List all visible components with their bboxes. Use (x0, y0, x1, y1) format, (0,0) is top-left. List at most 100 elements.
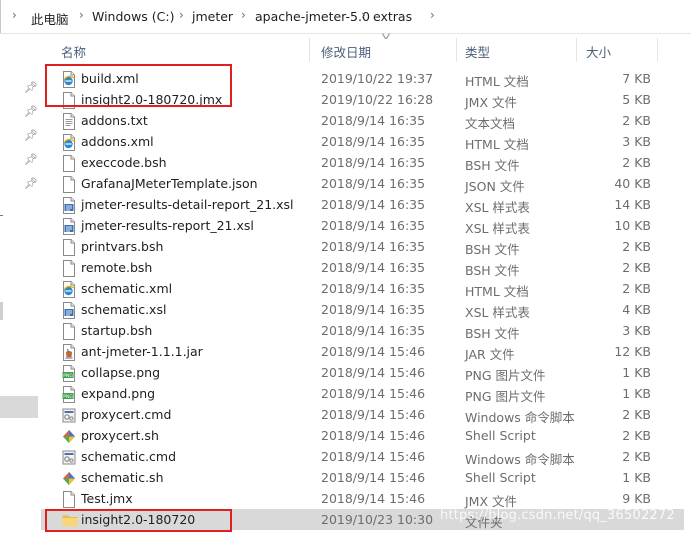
file-date: 2018/9/14 15:46 (321, 365, 426, 380)
file-date: 2018/9/14 16:35 (321, 134, 426, 149)
breadcrumb-jmeter[interactable]: jmeter (192, 9, 233, 24)
address-bar[interactable]: › 此电脑 › Windows (C:) › jmeter › apache-j… (0, 0, 691, 34)
file-date: 2019/10/22 19:37 (321, 71, 434, 86)
file-row[interactable]: PNG expand.png 2018/9/14 15:46 PNG 图片文件 1 KB (41, 383, 691, 404)
chevron-right-icon[interactable]: › (430, 8, 435, 22)
file-type: HTML 文档 (465, 137, 529, 152)
column-size[interactable]: 大小 (586, 42, 611, 61)
breadcrumb-this-pc[interactable]: 此电脑 (31, 9, 69, 28)
file-type: Windows 命令脚本 (465, 410, 575, 425)
nav-item-selected[interactable] (0, 396, 38, 418)
column-name[interactable]: 名称 (61, 42, 86, 61)
pin-icon[interactable]: 📌︎ (24, 81, 38, 94)
file-size: 2 KB (622, 407, 651, 422)
cmd-script-icon (62, 407, 76, 424)
file-type: JSON 文件 (465, 179, 525, 194)
file-row[interactable]: GrafanaJMeterTemplate.json 2018/9/14 16:3… (41, 173, 691, 194)
navigation-pane[interactable]: 📌︎ 📌︎ 📌︎ 📌︎ 📌︎ (0, 34, 41, 533)
file-name: schematic.xml (81, 281, 173, 296)
file-size: 4 KB (622, 302, 651, 317)
file-row[interactable]: addons.txt 2018/9/14 16:35 文本文档 2 KB (41, 110, 691, 131)
file-type: Shell Script (465, 428, 536, 443)
file-name: schematic.xsl (81, 302, 167, 317)
column-divider[interactable] (309, 38, 310, 62)
file-type: Shell Script (465, 470, 536, 485)
blank-file-icon (62, 491, 76, 508)
file-row[interactable]: execcode.bsh 2018/9/14 16:35 BSH 文件 2 KB (41, 152, 691, 173)
file-row[interactable]: addons.xml 2018/9/14 16:35 HTML 文档 3 KB (41, 131, 691, 152)
chevron-right-icon[interactable]: › (12, 8, 17, 22)
file-name: addons.txt (81, 113, 148, 128)
file-row[interactable]: jmeter-results-detail-report_21.xsl 2018/… (41, 194, 691, 215)
breadcrumb-apache-jmeter[interactable]: apache-jmeter-5.0 (255, 9, 370, 24)
column-type[interactable]: 类型 (465, 42, 490, 61)
file-type: BSH 文件 (465, 263, 520, 278)
file-row[interactable]: remote.bsh 2018/9/14 16:35 BSH 文件 2 KB (41, 257, 691, 278)
file-name: schematic.sh (81, 470, 164, 485)
file-size: 3 KB (622, 134, 651, 149)
chevron-right-icon[interactable]: › (179, 8, 184, 22)
chevron-right-icon[interactable]: › (79, 8, 84, 22)
file-date: 2018/9/14 16:35 (321, 239, 426, 254)
file-name: jmeter-results-report_21.xsl (81, 218, 254, 233)
chevron-right-icon[interactable]: › (241, 8, 246, 22)
file-row[interactable]: proxycert.sh 2018/9/14 15:46 Shell Script 2… (41, 425, 691, 446)
file-name: Test.jmx (81, 491, 133, 506)
file-date: 2018/9/14 15:46 (321, 491, 426, 506)
chevron-right-icon[interactable]: › (361, 8, 366, 22)
file-type: BSH 文件 (465, 158, 520, 173)
breadcrumb-drive[interactable]: Windows (C:) (92, 9, 174, 24)
breadcrumb-extras[interactable]: extras (373, 9, 412, 24)
file-type: JAR 文件 (465, 347, 515, 362)
column-date[interactable]: 修改日期 (321, 42, 371, 61)
column-divider[interactable] (576, 38, 577, 62)
file-type: PNG 图片文件 (465, 368, 546, 383)
file-name: execcode.bsh (81, 155, 167, 170)
file-size: 1 KB (622, 470, 651, 485)
highlight-box (45, 509, 232, 532)
file-row[interactable]: ant-jmeter-1.1.1.jar 2018/9/14 15:46 JAR 文… (41, 341, 691, 362)
file-name: GrafanaJMeterTemplate.json (81, 176, 258, 191)
file-date: 2018/9/14 16:35 (321, 176, 426, 191)
file-date: 2018/9/14 15:46 (321, 407, 426, 422)
file-size: 40 KB (614, 176, 651, 191)
file-type: XSL 样式表 (465, 305, 530, 320)
pin-icon[interactable]: 📌︎ (24, 105, 38, 118)
file-date: 2018/9/14 16:35 (321, 281, 426, 296)
nav-item[interactable] (0, 302, 3, 320)
file-type: Windows 命令脚本 (465, 452, 575, 467)
file-row[interactable]: Test.jmx 2018/9/14 15:46 JMX 文件 9 KB (41, 488, 691, 509)
file-size: 14 KB (614, 197, 651, 212)
png-file-icon: PNG (62, 386, 76, 403)
file-row[interactable]: schematic.xsl 2018/9/14 16:35 XSL 样式表 4 KB (41, 299, 691, 320)
file-row[interactable]: startup.bsh 2018/9/14 16:35 BSH 文件 3 KB (41, 320, 691, 341)
blank-file-icon (62, 260, 76, 277)
column-divider[interactable] (657, 38, 658, 62)
file-row[interactable]: schematic.sh 2018/9/14 15:46 Shell Script 1… (41, 467, 691, 488)
file-row[interactable]: jmeter-results-report_21.xsl 2018/9/14 16… (41, 215, 691, 236)
file-row[interactable]: schematic.xml 2018/9/14 16:35 HTML 文档 2 KB (41, 278, 691, 299)
pin-icon[interactable]: 📌︎ (24, 177, 38, 190)
file-row[interactable]: proxycert.cmd 2018/9/14 15:46 Windows 命令脚本… (41, 404, 691, 425)
blank-file-icon (62, 176, 76, 193)
file-size: 12 KB (614, 344, 651, 359)
pin-icon[interactable]: 📌︎ (24, 129, 38, 142)
file-row[interactable]: printvars.bsh 2018/9/14 16:35 BSH 文件 2 KB (41, 236, 691, 257)
file-date: 2018/9/14 15:46 (321, 470, 426, 485)
file-name: jmeter-results-detail-report_21.xsl (81, 197, 294, 212)
vertical-scrollbar[interactable] (684, 63, 691, 533)
file-date: 2018/9/14 15:46 (321, 428, 426, 443)
file-type: HTML 文档 (465, 284, 529, 299)
file-date: 2018/9/14 16:35 (321, 260, 426, 275)
ie-html-icon (62, 134, 76, 151)
file-row[interactable]: schematic.cmd 2018/9/14 15:46 Windows 命令脚本… (41, 446, 691, 467)
file-type: JMX 文件 (465, 95, 518, 110)
file-size: 5 KB (622, 92, 651, 107)
column-divider[interactable] (456, 38, 457, 62)
file-type: HTML 文档 (465, 74, 529, 89)
window-edge (0, 0, 1, 33)
file-type: XSL 样式表 (465, 221, 530, 236)
watermark: https://blog.csdn.net/qq_36502272 (440, 508, 675, 523)
pin-icon[interactable]: 📌︎ (24, 153, 38, 166)
file-row[interactable]: PNG collapse.png 2018/9/14 15:46 PNG 图片文件 1 … (41, 362, 691, 383)
